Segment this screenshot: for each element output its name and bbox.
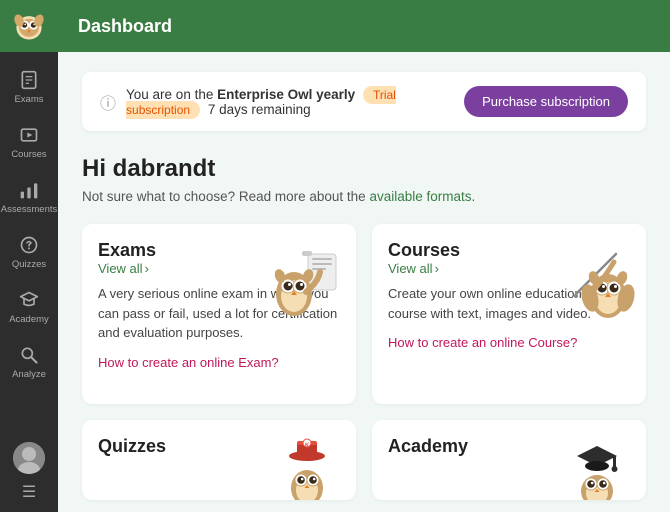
page-title: Dashboard [78,16,172,37]
cards-grid: Exams View all › [82,224,646,404]
menu-icon[interactable]: ☰ [22,482,36,502]
main-content: Dashboard ⓘ You are on the Enterprise Ow… [58,0,670,512]
sidebar-item-quizzes[interactable]: Quizzes [0,225,58,280]
assessments-icon [19,180,39,200]
academy-card-title: Academy [388,436,468,457]
greeting-subtitle: Not sure what to choose? Read more about… [82,189,646,204]
info-icon: ⓘ [100,90,116,114]
available-formats-link[interactable]: available formats [369,189,471,204]
sidebar-item-academy-label: Academy [9,314,49,325]
sidebar-bottom: ☰ [0,442,58,512]
quiz-owl-icon: K [275,436,340,500]
analyze-icon [19,345,39,365]
sidebar-item-analyze[interactable]: Analyze [0,335,58,390]
exams-card: Exams View all › [82,224,356,404]
greeting-section: Hi dabrandt Not sure what to choose? Rea… [82,155,646,204]
sidebar-item-academy[interactable]: Academy [0,280,58,335]
user-avatar-icon [13,442,45,474]
exam-icon [19,70,39,90]
bottom-cards-grid: Quizzes K [82,420,646,500]
academy-card: Academy [372,420,646,500]
sidebar: Exams Courses Assessments Quizzes Academ… [0,0,58,512]
purchase-subscription-button[interactable]: Purchase subscription [464,86,628,117]
quizzes-card: Quizzes K [82,420,356,500]
sidebar-logo [0,0,58,52]
exam-owl-icon [266,234,346,324]
sidebar-item-assessments-label: Assessments [1,204,58,215]
sidebar-item-courses[interactable]: Courses [0,115,58,170]
svg-text:K: K [305,443,310,449]
courses-card-title: Courses [388,240,460,261]
plan-name: Enterprise Owl yearly [217,87,355,102]
greeting-title: Hi dabrandt [82,155,646,183]
avatar[interactable] [13,442,45,474]
courses-how-to-link[interactable]: How to create an online Course? [388,335,577,350]
banner-text: You are on the Enterprise Owl yearly Tri… [126,87,454,117]
content-area: ⓘ You are on the Enterprise Owl yearly T… [58,52,670,512]
sidebar-item-courses-label: Courses [11,149,46,160]
academy-owl-icon [565,436,630,500]
exams-illustration [266,234,346,329]
quizzes-icon [19,235,39,255]
topbar: Dashboard [58,0,670,52]
subscription-banner: ⓘ You are on the Enterprise Owl yearly T… [82,72,646,131]
app-logo-icon [11,8,47,44]
sidebar-item-analyze-label: Analyze [12,369,46,380]
courses-card: Courses View all › [372,224,646,404]
sidebar-item-quizzes-label: Quizzes [12,259,46,270]
academy-icon [19,290,39,310]
quizzes-card-title: Quizzes [98,436,166,457]
exams-card-title: Exams [98,240,156,261]
courses-illustration [556,234,636,329]
sidebar-item-assessments[interactable]: Assessments [0,170,58,225]
courses-view-all-link[interactable]: View all › [388,261,460,276]
courses-icon [19,125,39,145]
exams-how-to-link[interactable]: How to create an online Exam? [98,355,279,370]
exams-view-all-link[interactable]: View all › [98,261,156,276]
sidebar-item-exams[interactable]: Exams [0,60,58,115]
course-owl-icon [556,234,636,324]
sidebar-item-exams-label: Exams [14,94,43,105]
